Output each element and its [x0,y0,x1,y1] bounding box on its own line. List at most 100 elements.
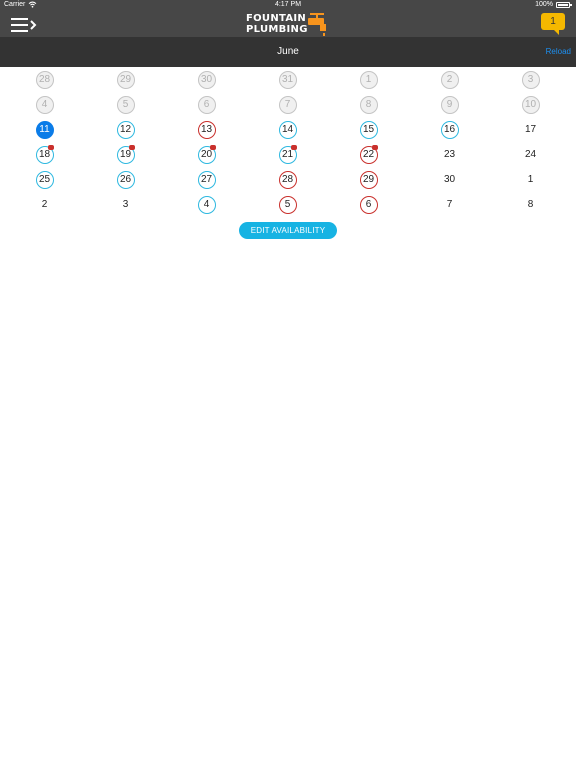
calendar-day[interactable]: 10 [521,95,540,114]
calendar-day-cell[interactable]: 29 [328,167,409,192]
edit-availability-button[interactable]: EDIT AVAILABILITY [239,222,337,239]
calendar-day[interactable]: 17 [522,121,540,139]
calendar-day-cell[interactable]: 29 [85,67,166,92]
calendar-day[interactable]: 23 [441,146,459,164]
notification-badge-icon [371,144,378,150]
calendar-day[interactable]: 6 [197,95,216,114]
calendar-day-cell[interactable]: 15 [328,117,409,142]
calendar-day-cell[interactable]: 22 [328,142,409,167]
calendar-day[interactable]: 1 [522,171,540,189]
calendar-day[interactable]: 13 [197,120,216,139]
calendar-day[interactable]: 20 [197,144,216,164]
calendar-day-cell[interactable]: 16 [409,117,490,142]
calendar-day[interactable]: 30 [197,70,216,89]
calendar-day-cell[interactable]: 30 [166,67,247,92]
calendar-day-cell[interactable]: 18 [4,142,85,167]
calendar-day-cell[interactable]: 10 [490,92,571,117]
calendar-day-cell[interactable]: 12 [85,117,166,142]
calendar-day[interactable]: 19 [116,144,135,164]
calendar-day[interactable]: 28 [35,70,54,89]
calendar-day[interactable]: 24 [522,146,540,164]
calendar-day[interactable]: 22 [359,144,378,164]
calendar-day[interactable]: 4 [35,95,54,114]
calendar-day[interactable]: 14 [278,120,297,139]
calendar-day[interactable]: 8 [522,196,540,214]
calendar-day[interactable]: 2 [440,70,459,89]
calendar-day-cell[interactable]: 4 [166,192,247,217]
calendar-day[interactable]: 5 [116,95,135,114]
calendar-day-cell[interactable]: 26 [85,167,166,192]
calendar-day-cell[interactable]: 11 [4,117,85,142]
calendar-week-row: 4 5 6 7 8 9 10 [4,92,571,117]
calendar-day[interactable]: 16 [440,120,459,139]
message-count: 1 [550,16,556,27]
hamburger-menu-icon [11,18,37,32]
messages-button[interactable]: 1 [541,13,565,35]
calendar-day[interactable]: 12 [116,120,135,139]
calendar-day-cell[interactable]: 31 [247,67,328,92]
calendar-day-cell[interactable]: 8 [490,192,571,217]
calendar-day-cell[interactable]: 1 [490,167,571,192]
calendar-day[interactable]: 2 [36,196,54,214]
calendar-day-cell[interactable]: 2 [4,192,85,217]
calendar-day-cell[interactable]: 6 [328,192,409,217]
calendar-day[interactable]: 29 [359,170,378,189]
calendar-day[interactable]: 6 [359,195,378,214]
calendar-day-cell[interactable]: 9 [409,92,490,117]
battery-icon [556,1,572,8]
calendar-grid: 28 29 30 31 1 2 3 4 5 6 7 8 9 10 11 12 13 14 15 16 17 18 19 20 2… [4,67,571,217]
calendar-day-cell[interactable]: 7 [409,192,490,217]
calendar-day-cell[interactable]: 23 [409,142,490,167]
calendar-day[interactable]: 29 [116,70,135,89]
calendar-day-cell[interactable]: 3 [85,192,166,217]
notification-badge-icon [209,144,216,150]
calendar-day-cell[interactable]: 4 [4,92,85,117]
calendar-day-cell[interactable]: 27 [166,167,247,192]
calendar-day-cell[interactable]: 24 [490,142,571,167]
calendar-day-cell[interactable]: 28 [4,67,85,92]
calendar-day[interactable]: 3 [117,196,135,214]
calendar-day-cell[interactable]: 30 [409,167,490,192]
calendar-day-cell[interactable]: 21 [247,142,328,167]
calendar-day[interactable]: 11 [35,120,54,139]
calendar-day-cell[interactable]: 7 [247,92,328,117]
calendar-day-cell[interactable]: 5 [247,192,328,217]
calendar-day-cell[interactable]: 5 [85,92,166,117]
app-logo: FOUNTAIN PLUMBING [246,12,336,37]
calendar-day[interactable]: 30 [441,171,459,189]
calendar-day[interactable]: 21 [278,144,297,164]
calendar-day[interactable]: 3 [521,70,540,89]
calendar-day[interactable]: 5 [278,195,297,214]
calendar-day[interactable]: 4 [197,195,216,214]
calendar-day-cell[interactable]: 20 [166,142,247,167]
calendar-day-cell[interactable]: 3 [490,67,571,92]
logo-line-2: PLUMBING [246,24,308,35]
calendar-day-cell[interactable]: 2 [409,67,490,92]
calendar-day[interactable]: 25 [35,170,54,189]
calendar-day-cell[interactable]: 19 [85,142,166,167]
calendar-day-cell[interactable]: 25 [4,167,85,192]
calendar-day-cell[interactable]: 1 [328,67,409,92]
calendar-day-cell[interactable]: 6 [166,92,247,117]
calendar-day-cell[interactable]: 17 [490,117,571,142]
reload-button[interactable]: Reload [546,47,571,56]
calendar-day[interactable]: 7 [441,196,459,214]
battery-label: 100% [535,1,553,8]
calendar-day[interactable]: 31 [278,70,297,89]
calendar-day[interactable]: 8 [359,95,378,114]
calendar-day-cell[interactable]: 28 [247,167,328,192]
calendar-day[interactable]: 26 [116,170,135,189]
calendar-day-cell[interactable]: 13 [166,117,247,142]
calendar-day[interactable]: 7 [278,95,297,114]
calendar-day[interactable]: 1 [359,70,378,89]
calendar-day-cell[interactable]: 14 [247,117,328,142]
calendar-day[interactable]: 28 [278,170,297,189]
app-header: FOUNTAIN PLUMBING 1 [0,11,576,37]
calendar-day[interactable]: 9 [440,95,459,114]
calendar-day-cell[interactable]: 8 [328,92,409,117]
calendar-day[interactable]: 15 [359,120,378,139]
calendar-day[interactable]: 27 [197,170,216,189]
notification-badge-icon [290,144,297,150]
menu-button[interactable] [10,16,38,34]
calendar-day[interactable]: 18 [35,144,54,164]
